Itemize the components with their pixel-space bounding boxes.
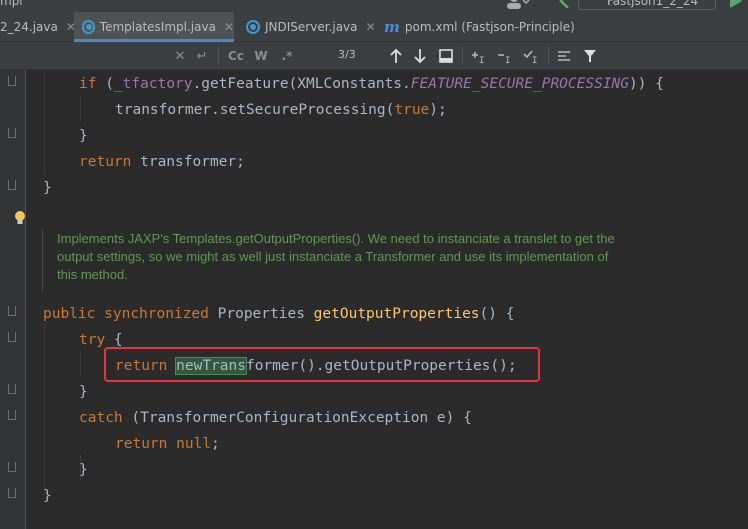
code-text: {: [105, 332, 123, 348]
code-text: transformer.setSecureProcessing(: [115, 102, 395, 118]
keyword: catch: [79, 410, 123, 426]
svg-text:I: I: [479, 56, 484, 65]
fold-marker-icon[interactable]: [8, 488, 16, 498]
code-editor[interactable]: if (_tfactory.getFeature(XMLConstants.FE…: [0, 70, 748, 529]
java-class-icon: [82, 20, 95, 34]
keyword: if: [79, 76, 97, 92]
doc-line: Implements JAXP's Templates.getOutputPro…: [57, 231, 615, 246]
type-name: Properties: [217, 306, 305, 322]
fold-marker-icon[interactable]: [8, 306, 16, 316]
tab-label: JNDIServer.java: [265, 20, 358, 34]
run-configuration-label: Fastjson1_2_24: [607, 0, 699, 8]
new-line-icon[interactable]: ↵: [194, 47, 210, 65]
editor-tabs: 2_24.java ✕ TemplatesImpl.java ✕ JNDISer…: [0, 12, 748, 42]
keyword: true: [394, 102, 430, 118]
code-text: }: [79, 462, 88, 478]
fold-marker-icon[interactable]: [8, 384, 16, 394]
code-text: }: [43, 180, 52, 196]
fold-marker-icon[interactable]: [8, 332, 16, 342]
code-text: ;: [211, 436, 220, 452]
maven-icon: m: [384, 18, 400, 36]
method-name: getOutputProperties: [313, 306, 480, 322]
tab-label: pom.xml (Fastjson-Principle): [404, 20, 575, 34]
keyword: return: [79, 154, 132, 170]
keyword: try: [79, 332, 106, 348]
editor-gutter: [0, 70, 26, 529]
build-arrow-icon[interactable]: [558, 0, 572, 8]
svg-text:I: I: [532, 56, 537, 65]
keyword: synchronized: [104, 306, 209, 322]
run-configuration-selector[interactable]: Fastjson1_2_24: [578, 0, 716, 10]
fold-marker-icon[interactable]: [8, 462, 16, 472]
find-toolbar: ✕ ↵ Cc W .* 3/3 I I I: [0, 42, 748, 70]
tab-fastjson-2-24[interactable]: 2_24.java ✕: [0, 12, 76, 42]
select-all-occurrences-icon[interactable]: [438, 47, 454, 65]
tab-label: 2_24.java: [0, 20, 58, 34]
next-occurrence-icon[interactable]: [412, 47, 428, 65]
constant-name: FEATURE_SECURE_PROCESSING: [410, 76, 630, 92]
fold-marker-icon[interactable]: [8, 180, 16, 190]
svg-text:I: I: [505, 56, 510, 65]
code-text: .getFeature(XMLConstants.: [192, 76, 411, 92]
tab-label: TemplatesImpl.java: [99, 20, 216, 34]
java-class-icon: [246, 20, 260, 34]
add-occurrence-icon[interactable]: I: [470, 47, 488, 65]
title-bar: mpl Fastjson1_2_24: [0, 0, 748, 12]
user-icon[interactable]: [506, 0, 530, 10]
tab-pom-xml[interactable]: m pom.xml (Fastjson-Principle): [384, 12, 584, 42]
code-line: }: [79, 382, 88, 402]
fold-marker-icon[interactable]: [8, 76, 16, 86]
remove-occurrence-icon[interactable]: I: [496, 47, 514, 65]
doc-line: output settings, so we might as well jus…: [57, 249, 609, 264]
close-icon[interactable]: ✕: [366, 20, 376, 34]
keyword: return: [115, 436, 168, 452]
close-icon[interactable]: ✕: [224, 20, 234, 34]
keyword: public: [43, 306, 96, 322]
project-name: mpl: [0, 0, 23, 8]
code-line: }: [79, 126, 88, 146]
regex-button[interactable]: .*: [278, 47, 296, 65]
code-line: }: [43, 486, 52, 506]
annotation-highlight-box: [104, 347, 540, 382]
code-line: return transformer;: [79, 152, 245, 172]
code-line: if (_tfactory.getFeature(XMLConstants.FE…: [79, 74, 664, 94]
code-line: catch (TransformerConfigurationException…: [79, 408, 472, 428]
code-text: (TransformerConfigurationException e) {: [122, 410, 472, 426]
previous-occurrence-icon[interactable]: [388, 47, 404, 65]
match-case-button[interactable]: Cc: [226, 47, 246, 65]
code-text: transformer;: [131, 154, 245, 170]
code-text: }: [79, 384, 88, 400]
keyword: null: [176, 436, 212, 452]
divider: [462, 47, 463, 65]
code-text: }: [79, 128, 88, 144]
doc-line: this method.: [57, 267, 128, 282]
run-icon[interactable]: [730, 0, 742, 8]
divider: [218, 47, 219, 65]
select-all-matches-icon[interactable]: I: [522, 47, 540, 65]
code-text: )) {: [629, 76, 664, 92]
clear-search-icon[interactable]: ✕: [172, 47, 188, 65]
code-line: return null;: [115, 434, 220, 454]
code-line: }: [43, 178, 52, 198]
javadoc-comment: Implements JAXP's Templates.getOutputPro…: [42, 230, 682, 292]
fold-marker-icon[interactable]: [8, 128, 16, 138]
filter-icon[interactable]: [582, 47, 598, 65]
tab-jndiserver[interactable]: JNDIServer.java ✕: [240, 12, 378, 42]
fold-marker-icon[interactable]: [8, 410, 16, 420]
tab-templatesimpl[interactable]: TemplatesImpl.java ✕: [74, 12, 234, 42]
filter-lines-icon[interactable]: [556, 47, 572, 65]
whole-words-button[interactable]: W: [252, 47, 270, 65]
code-line: public synchronized Properties getOutput…: [43, 304, 514, 324]
match-count: 3/3: [338, 48, 356, 61]
code-text: );: [429, 102, 447, 118]
divider: [548, 47, 549, 65]
code-line: transformer.setSecureProcessing(true);: [115, 100, 447, 120]
lightbulb-icon[interactable]: [14, 210, 26, 226]
code-line: }: [79, 460, 88, 480]
code-text: (: [96, 76, 114, 92]
code-text: }: [43, 488, 52, 504]
code-text: () {: [479, 306, 515, 322]
field-name: _tfactory: [113, 76, 193, 92]
